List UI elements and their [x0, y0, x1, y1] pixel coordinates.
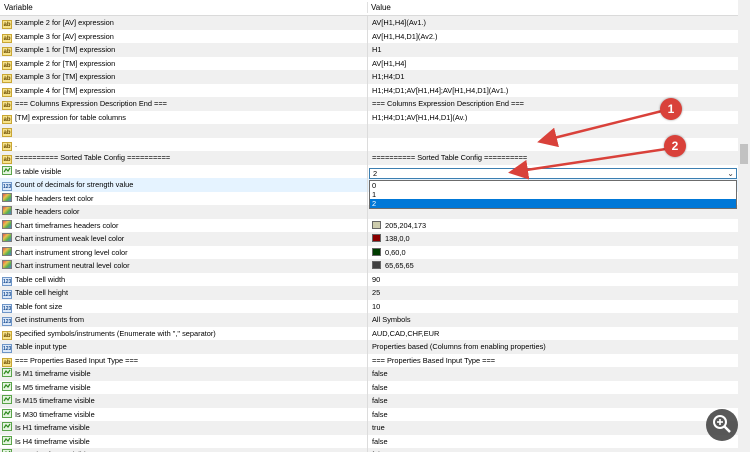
- zoom-in-icon: [713, 415, 731, 433]
- arrow-1: [537, 109, 663, 148]
- annotation-arrows: [508, 109, 667, 180]
- callout-2: 2: [664, 135, 686, 157]
- vertical-scrollbar[interactable]: [738, 0, 750, 452]
- zoom-in-button[interactable]: [706, 409, 738, 441]
- arrow-2: [508, 147, 667, 180]
- callout-1: 1: [660, 98, 682, 120]
- scrollbar-thumb[interactable]: [740, 144, 748, 164]
